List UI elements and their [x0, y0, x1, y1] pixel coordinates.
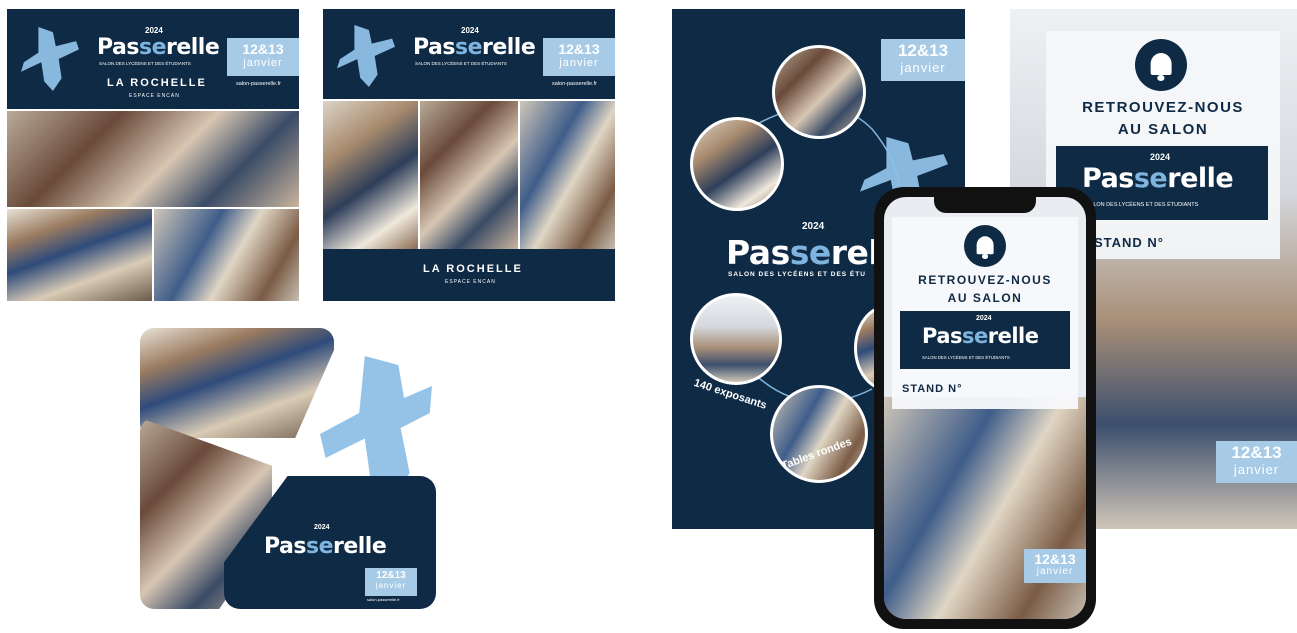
brand-logo: Passerelle	[1082, 163, 1234, 194]
logo-part1: Pas	[413, 35, 455, 60]
logo-part3: relle	[482, 35, 536, 60]
bell-clapper	[1157, 75, 1165, 81]
date-badge: 12&13 janvier	[1216, 441, 1297, 483]
reminder-line2: AU SALON	[947, 291, 1023, 305]
poster-photo-circle-3	[690, 293, 782, 385]
brand-logo: Passerelle	[413, 35, 536, 60]
brand-logo: Passerelle	[264, 534, 387, 559]
date-badge: 12&13 janvier	[1024, 549, 1086, 583]
logo-part3: relle	[166, 35, 220, 60]
brand-year: 2024	[145, 26, 163, 35]
poster-photo-circle-2	[690, 117, 784, 211]
photo-hall-1	[323, 101, 418, 249]
logo-part3: relle	[1167, 163, 1234, 194]
logo-part1: Pas	[1082, 163, 1134, 194]
brand-logo: Passerelle	[922, 324, 1039, 348]
brand-year: 2024	[802, 221, 825, 232]
venue-label: ESPACE ENCAN	[129, 93, 180, 99]
banner-header-2: 2024 Passerelle SALON DES LYCÉENS ET DES…	[323, 9, 615, 99]
date-month: janvier	[243, 57, 283, 69]
bell-clapper	[982, 254, 988, 259]
reminder-line1: RETROUVEZ-NOUS	[1082, 99, 1244, 116]
photo-hall-3	[520, 101, 615, 249]
bell-icon	[964, 225, 1006, 267]
phone-mockup: RETROUVEZ-NOUS AU SALON 2024 Passerelle …	[874, 187, 1096, 629]
brand-year: 2024	[976, 315, 992, 322]
photo-stand-1	[7, 209, 152, 301]
date-badge: 12&13 janvier	[227, 38, 299, 76]
logo-part2: se	[789, 233, 832, 272]
brand-logo: Passerelle	[97, 35, 220, 60]
jumping-person-icon	[21, 27, 79, 91]
brand-subtitle: SALON DES LYCÉENS ET DES ÉTU	[728, 271, 866, 278]
stand-label: STAND N°	[902, 383, 963, 395]
date-month: janvier	[375, 581, 407, 590]
date-days: 12&13	[1034, 551, 1076, 567]
city-label: LA ROCHELLE	[107, 77, 207, 89]
logo-part1: Pas	[97, 35, 139, 60]
photo-stand-2	[154, 209, 299, 301]
city-label: LA ROCHELLE	[423, 263, 523, 275]
brand-year: 2024	[461, 26, 479, 35]
website-label: salon-passerelle.fr	[552, 81, 597, 87]
banner-footer-2: LA ROCHELLE ESPACE ENCAN	[323, 249, 615, 301]
logo-part3: relle	[333, 534, 387, 559]
date-badge: 12&13 janvier	[365, 568, 417, 596]
banner-card-2: 2024 Passerelle SALON DES LYCÉENS ET DES…	[323, 9, 615, 301]
phone-notch	[934, 197, 1036, 213]
phone-screen: RETROUVEZ-NOUS AU SALON 2024 Passerelle …	[884, 197, 1086, 619]
stand-label: STAND N°	[1094, 235, 1165, 250]
logo-part2: se	[305, 534, 334, 559]
website-label: salon-passerelle.fr	[367, 597, 400, 602]
date-days: 12&13	[558, 41, 600, 57]
bell-shape	[1150, 52, 1172, 75]
website-label: salon-passerelle.fr	[236, 81, 281, 87]
logo-part2: se	[138, 35, 167, 60]
logo-part2: se	[1133, 163, 1168, 194]
brand-subtitle: SALON DES LYCÉENS ET DES ÉTUDIANTS	[99, 61, 191, 66]
reminder-line2: AU SALON	[1117, 121, 1209, 138]
reminder-line1: RETROUVEZ-NOUS	[918, 273, 1052, 287]
date-days: 12&13	[1231, 443, 1282, 462]
brand-year: 2024	[1150, 152, 1171, 162]
brand-subtitle: SALON DES LYCÉENS ET DES ÉTUDIANTS	[922, 355, 1010, 360]
date-days: 12&13	[897, 41, 949, 60]
bell-shape	[976, 236, 994, 254]
date-badge: 12&13 janvier	[543, 38, 615, 76]
logo-part1: Pas	[726, 233, 790, 272]
brand-subtitle: SALON DES LYCÉENS ET DES ÉTUDIANTS	[1086, 202, 1199, 208]
logo-part2: se	[962, 324, 988, 348]
date-month: janvier	[1233, 462, 1280, 477]
banner-header: 2024 Passerelle SALON DES LYCÉENS ET DES…	[7, 9, 299, 109]
brand-year: 2024	[314, 524, 330, 531]
date-days: 12&13	[376, 570, 406, 581]
square-card: 2024 Passerelle 12&13 janvier salon-pass…	[140, 328, 436, 609]
poster-photo-circle-1	[772, 45, 866, 139]
logo-part1: Pas	[922, 324, 963, 348]
jumping-person-icon	[337, 25, 395, 87]
date-month: janvier	[559, 57, 599, 69]
logo-part1: Pas	[264, 534, 306, 559]
phone-background-photo	[884, 397, 1086, 619]
banner-card-1: 2024 Passerelle SALON DES LYCÉENS ET DES…	[7, 9, 299, 301]
photo-square-top	[140, 328, 334, 438]
phone-logo-box: 2024 Passerelle SALON DES LYCÉENS ET DES…	[900, 311, 1070, 369]
date-month: janvier	[900, 60, 946, 75]
brand-subtitle: SALON DES LYCÉENS ET DES ÉTUDIANTS	[415, 61, 507, 66]
venue-label: ESPACE ENCAN	[445, 279, 496, 285]
logo-part2: se	[454, 35, 483, 60]
date-days: 12&13	[242, 41, 284, 57]
date-month: janvier	[1036, 566, 1074, 577]
photo-crowd-1	[7, 111, 299, 207]
bell-icon	[1135, 39, 1187, 91]
date-badge: 12&13 janvier	[881, 39, 965, 81]
logo-part3: relle	[987, 324, 1039, 348]
photo-hall-2	[420, 101, 518, 249]
